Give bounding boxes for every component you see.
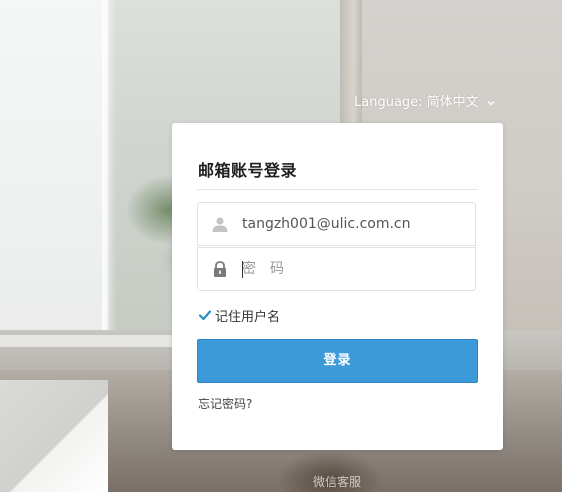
forgot-password-link[interactable]: 忘记密码? (198, 395, 252, 412)
wechat-service-link[interactable]: 微信客服 (313, 473, 361, 490)
language-selector[interactable]: Language: 简体中文 (354, 93, 497, 113)
login-card: 邮箱账号登录 记住用户名 登录 忘记密码? (172, 123, 503, 450)
lock-icon (214, 261, 226, 277)
checkmark-icon (198, 310, 212, 321)
text-caret (242, 261, 243, 278)
username-field (197, 202, 476, 246)
user-icon (212, 217, 228, 232)
username-input[interactable] (242, 203, 470, 245)
login-title: 邮箱账号登录 (198, 161, 298, 180)
remember-username-checkbox[interactable]: 记住用户名 (198, 306, 281, 325)
login-page: Language: 简体中文 邮箱账号登录 tangzh001@ulic.com… (0, 0, 562, 492)
login-button[interactable]: 登录 (197, 339, 478, 383)
password-field (197, 247, 476, 291)
title-divider (197, 189, 478, 190)
remember-username-label: 记住用户名 (215, 309, 281, 325)
language-label: Language: 简体中文 (354, 95, 479, 110)
password-input[interactable] (242, 248, 470, 290)
background-floor-light (0, 380, 108, 492)
chevron-down-icon (487, 100, 495, 105)
